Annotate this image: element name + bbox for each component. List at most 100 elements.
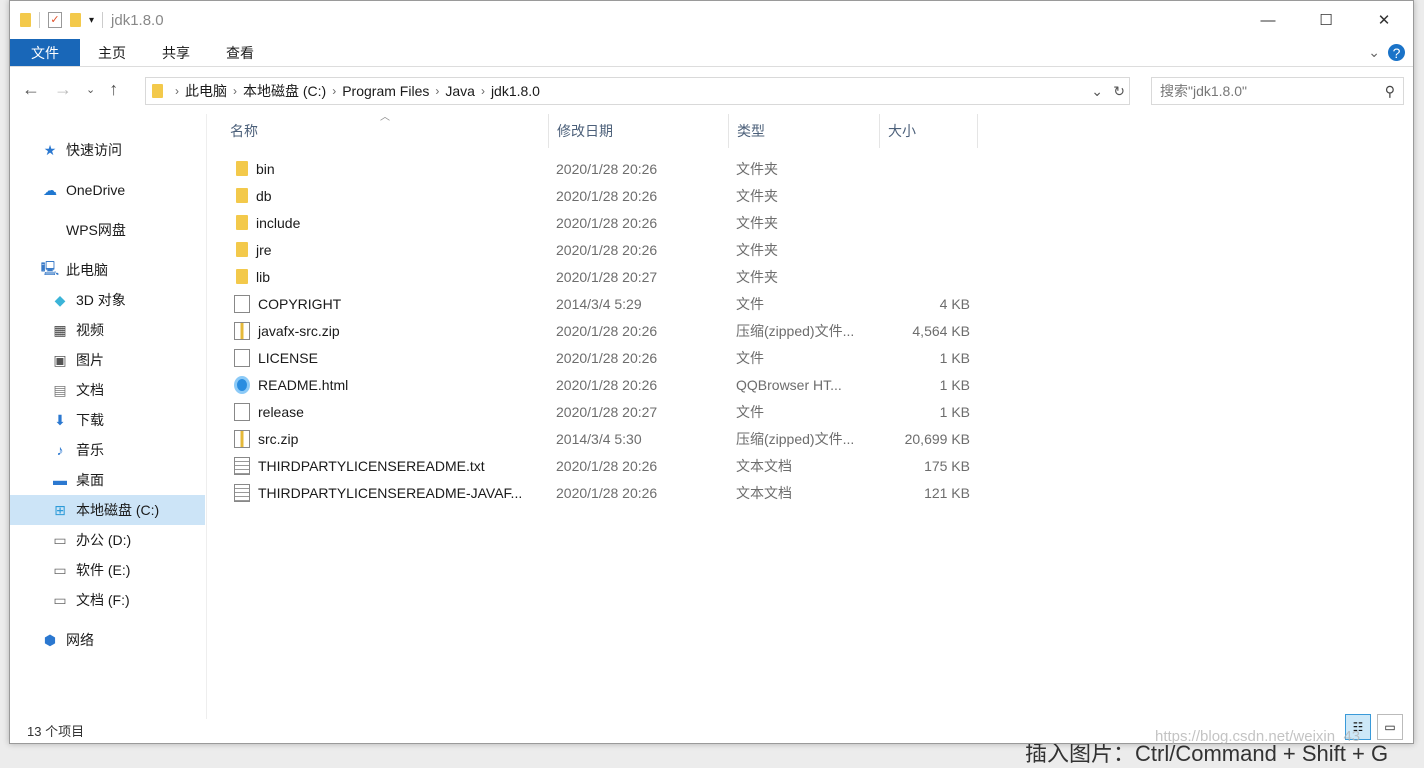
sidebar-item[interactable]: ▤ 文档 xyxy=(10,375,205,405)
sidebar-item-label: 文档 (F:) xyxy=(76,592,130,608)
minimize-button[interactable]: — xyxy=(1239,1,1297,39)
quick-access-dropdown-icon[interactable]: ▾ xyxy=(89,15,94,26)
sidebar-item-icon: ▭ xyxy=(53,531,67,548)
address-bar[interactable]: › 此电脑 › 本地磁盘 (C:) › Program Files › Java… xyxy=(145,77,1130,105)
sidebar-item[interactable]: ☁ OneDrive xyxy=(10,175,205,205)
file-row[interactable]: jre 2020/1/28 20:26 文件夹 xyxy=(230,236,990,263)
column-header-type[interactable]: 类型 xyxy=(729,114,880,148)
sidebar-item-icon: ⬢ xyxy=(43,631,57,648)
properties-icon[interactable]: ✓ xyxy=(48,12,62,28)
up-icon[interactable]: ↑ xyxy=(109,79,118,100)
search-icon[interactable]: ⚲ xyxy=(1385,83,1395,100)
column-header-size[interactable]: 大小 xyxy=(880,114,978,148)
sidebar-item[interactable]: ▭ 软件 (E:) xyxy=(10,555,205,585)
file-date: 2020/1/28 20:26 xyxy=(556,484,658,501)
tab-home[interactable]: 主页 xyxy=(80,39,144,66)
file-type: 文本文档 xyxy=(736,457,792,474)
file-size: 175 KB xyxy=(924,457,970,474)
recent-dropdown-icon[interactable]: ⌄ xyxy=(86,83,95,96)
file-type: 文件夹 xyxy=(736,268,778,285)
txt-icon xyxy=(234,483,250,502)
file-type: 文件 xyxy=(736,349,764,366)
chevron-right-icon[interactable]: › xyxy=(175,84,179,98)
close-button[interactable]: ✕ xyxy=(1355,1,1413,39)
file-row[interactable]: include 2020/1/28 20:26 文件夹 xyxy=(230,209,990,236)
file-size: 4 KB xyxy=(939,295,970,312)
sidebar-item[interactable]: ⊞ 本地磁盘 (C:) xyxy=(10,495,205,525)
tab-share[interactable]: 共享 xyxy=(144,39,208,66)
file-date: 2020/1/28 20:27 xyxy=(556,268,658,285)
sidebar-item[interactable]: ⬇ 下载 xyxy=(10,405,205,435)
tab-file[interactable]: 文件 xyxy=(10,39,80,66)
file-row[interactable]: COPYRIGHT 2014/3/4 5:29 文件 4 KB xyxy=(230,290,990,317)
file-date: 2020/1/28 20:26 xyxy=(556,322,658,339)
column-header-date[interactable]: 修改日期 xyxy=(549,114,729,148)
file-type: 压缩(zipped)文件... xyxy=(736,430,855,447)
address-dropdown-icon[interactable]: ⌄ xyxy=(1091,83,1103,100)
folder-icon xyxy=(236,215,248,230)
column-header-name[interactable]: 名称 xyxy=(208,114,549,148)
sidebar-item[interactable]: ◆ 3D 对象 xyxy=(10,285,205,315)
file-row[interactable]: README.html 2020/1/28 20:26 QQBrowser HT..… xyxy=(230,371,990,398)
file-row[interactable]: THIRDPARTYLICENSEREADME.txt 2020/1/28 20:… xyxy=(230,452,990,479)
chevron-right-icon[interactable]: › xyxy=(435,84,439,98)
web-icon xyxy=(234,375,250,394)
file-type: 文件夹 xyxy=(736,241,778,258)
breadcrumb-java[interactable]: Java xyxy=(445,83,475,99)
file-type: 文件夹 xyxy=(736,214,778,231)
file-row[interactable]: lib 2020/1/28 20:27 文件夹 xyxy=(230,263,990,290)
file-size: 20,699 KB xyxy=(904,430,970,447)
sidebar-item-icon: ▬ xyxy=(53,472,67,488)
file-list: ︿ 名称 修改日期 类型 大小 bin 2020/1/28 20:26 文件夹 db 2… xyxy=(208,112,1413,719)
sidebar-item[interactable]: ▭ 办公 (D:) xyxy=(10,525,205,555)
search-input[interactable]: 搜索"jdk1.8.0" ⚲ xyxy=(1151,77,1404,105)
breadcrumb-c-drive[interactable]: 本地磁盘 (C:) xyxy=(243,81,326,101)
sidebar-item[interactable]: ▭ 文档 (F:) xyxy=(10,585,205,615)
file-row[interactable]: THIRDPARTYLICENSEREADME-JAVAF... 2020/1/2… xyxy=(230,479,990,506)
file-name: COPYRIGHT xyxy=(258,295,342,312)
chevron-right-icon[interactable]: › xyxy=(481,84,485,98)
file-row[interactable]: db 2020/1/28 20:26 文件夹 xyxy=(230,182,990,209)
file-row[interactable]: release 2020/1/28 20:27 文件 1 KB xyxy=(230,398,990,425)
breadcrumb-this-pc[interactable]: 此电脑 xyxy=(185,81,227,101)
sidebar-item[interactable]: WPS网盘 xyxy=(10,215,205,245)
file-date: 2020/1/28 20:26 xyxy=(556,214,658,231)
sidebar-item[interactable]: ▣ 图片 xyxy=(10,345,205,375)
sidebar-item[interactable]: ⬢ 网络 xyxy=(10,625,205,655)
large-icons-view-button[interactable]: ▭ xyxy=(1377,714,1403,740)
new-folder-icon[interactable] xyxy=(70,13,81,27)
sidebar-item[interactable]: ▬ 桌面 xyxy=(10,465,205,495)
file-type: 文件夹 xyxy=(736,187,778,204)
file-row[interactable]: LICENSE 2020/1/28 20:26 文件 1 KB xyxy=(230,344,990,371)
sidebar-item-label: 桌面 xyxy=(76,472,104,488)
folder-icon xyxy=(236,188,248,203)
file-date: 2014/3/4 5:30 xyxy=(556,430,642,447)
forward-icon[interactable]: → xyxy=(54,79,72,100)
file-row[interactable]: bin 2020/1/28 20:26 文件夹 xyxy=(230,155,990,182)
expand-ribbon-icon[interactable]: ⌄ xyxy=(1368,44,1380,61)
back-icon[interactable]: ← xyxy=(22,79,40,100)
ribbon-tabs: 文件 主页 共享 查看 ⌄? xyxy=(10,39,1413,67)
sidebar-item-label: 软件 (E:) xyxy=(76,562,131,578)
breadcrumb-jdk[interactable]: jdk1.8.0 xyxy=(491,83,540,99)
sidebar-item[interactable]: 🖳 此电脑 xyxy=(10,255,205,285)
chevron-right-icon[interactable]: › xyxy=(332,84,336,98)
sidebar-item[interactable]: ★ 快速访问 xyxy=(10,135,205,165)
refresh-icon[interactable]: ↻ xyxy=(1113,83,1125,100)
sidebar-item-icon: ▣ xyxy=(53,351,67,368)
sidebar-item-label: 下载 xyxy=(76,412,104,428)
file-row[interactable]: javafx-src.zip 2020/1/28 20:26 压缩(zipped)文… xyxy=(230,317,990,344)
breadcrumb-program-files[interactable]: Program Files xyxy=(342,83,429,99)
file-name: README.html xyxy=(258,376,349,393)
file-date: 2020/1/28 20:26 xyxy=(556,160,658,177)
file-name: javafx-src.zip xyxy=(258,322,340,339)
maximize-button[interactable]: ☐ xyxy=(1297,1,1355,39)
file-date: 2020/1/28 20:26 xyxy=(556,187,658,204)
folder-icon xyxy=(236,161,248,176)
sidebar-item[interactable]: ♪ 音乐 xyxy=(10,435,205,465)
sidebar-item[interactable]: ▦ 视频 xyxy=(10,315,205,345)
help-icon[interactable]: ? xyxy=(1388,44,1405,61)
file-row[interactable]: src.zip 2014/3/4 5:30 压缩(zipped)文件... 20,69… xyxy=(230,425,990,452)
chevron-right-icon[interactable]: › xyxy=(233,84,237,98)
tab-view[interactable]: 查看 xyxy=(208,39,272,66)
